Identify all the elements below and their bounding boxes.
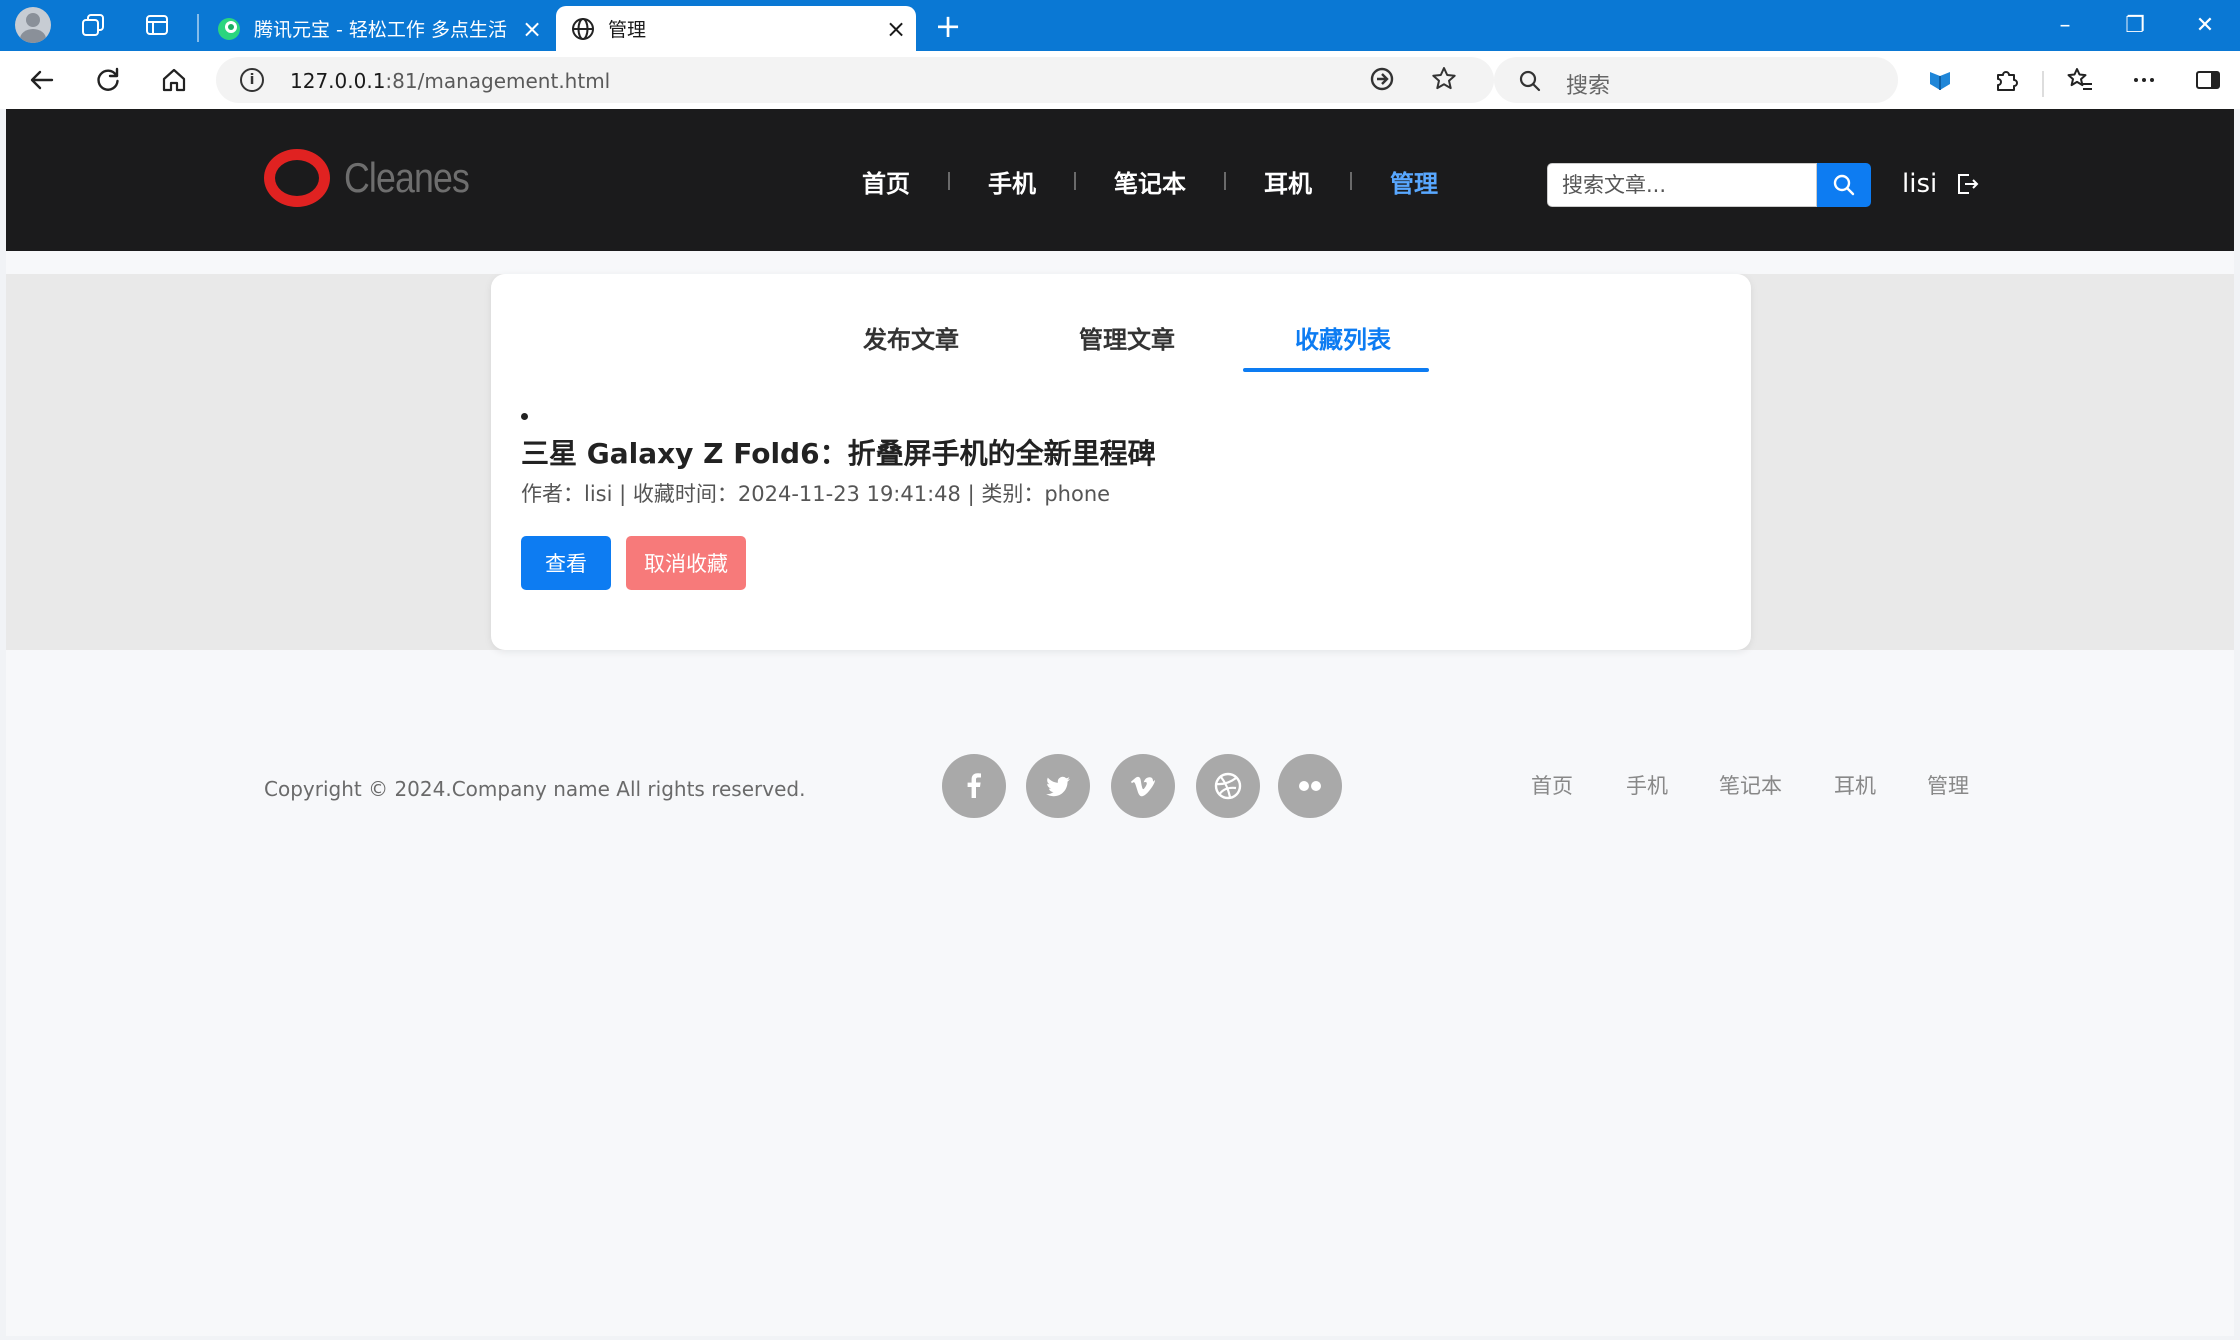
main-nav: 首页 手机 笔记本 耳机 管理 [862,164,1438,199]
search-icon [1519,70,1541,92]
site-logo[interactable]: Cleanes [264,149,491,207]
nav-home[interactable]: 首页 [862,164,910,199]
logout-icon[interactable] [1954,171,1980,197]
browser-toolbar: i 127.0.0.1:81/management.html 搜索 [0,51,2240,109]
info-icon[interactable]: i [240,68,264,92]
list-bullet [521,413,528,420]
close-tab-icon[interactable]: × [876,15,916,43]
tab-favorites[interactable]: 收藏列表 [1295,320,1391,355]
workspaces-icon[interactable] [68,6,118,44]
view-button[interactable]: 查看 [521,536,611,590]
tab-actions-icon[interactable] [132,6,182,44]
nav-management[interactable]: 管理 [1390,164,1438,199]
page-viewport: Cleanes 首页 手机 笔记本 耳机 管理 搜索文章... lisi 发布文… [6,109,2234,1336]
tab-management[interactable]: 管理 × [556,6,916,51]
more-icon[interactable] [2122,60,2166,100]
search-icon [1833,174,1855,196]
url-path: :81/management.html [385,69,611,93]
active-tab-underline [1243,368,1429,372]
footer-link-earphone[interactable]: 耳机 [1834,770,1876,800]
globe-icon [570,16,596,42]
new-tab-button[interactable]: + [928,6,968,46]
article-search-button[interactable] [1817,163,1871,207]
yuanbao-icon [216,16,242,42]
logo-ring-icon [264,149,330,207]
facebook-icon[interactable] [942,754,1006,818]
url-host: 127.0.0.1 [290,69,386,93]
minimize-button[interactable]: – [2030,0,2100,51]
read-aloud-icon[interactable] [1360,59,1404,99]
toolbar-divider [2042,71,2044,97]
tab-publish-article[interactable]: 发布文章 [863,320,959,355]
tab-separator [197,14,199,42]
flickr-icon[interactable] [1278,754,1342,818]
twitter-icon[interactable] [1026,754,1090,818]
username[interactable]: lisi [1902,169,1937,199]
back-icon[interactable] [20,60,64,100]
copyright-text: Copyright © 2024.Company name All rights… [264,777,806,801]
close-window-button[interactable]: ✕ [2170,0,2240,51]
nav-phone[interactable]: 手机 [988,164,1036,199]
profile-avatar[interactable] [8,6,58,44]
nav-divider [1224,172,1226,190]
nav-divider [1074,172,1076,190]
tab-title: 腾讯元宝 - 轻松工作 多点生活 [254,19,507,41]
site-header: Cleanes 首页 手机 笔记本 耳机 管理 搜索文章... lisi [6,109,2234,251]
footer-link-management[interactable]: 管理 [1927,770,1969,800]
tab-manage-articles[interactable]: 管理文章 [1079,320,1175,355]
logo-text: Cleanes [344,154,470,201]
footer-link-phone[interactable]: 手机 [1626,770,1668,800]
home-icon[interactable] [152,60,196,100]
nav-earphone[interactable]: 耳机 [1264,164,1312,199]
nav-laptop[interactable]: 笔记本 [1114,164,1186,199]
unfavorite-button[interactable]: 取消收藏 [626,536,746,590]
vimeo-icon[interactable] [1111,754,1175,818]
sidebar-icon[interactable] [2186,60,2230,100]
favorites-icon[interactable] [2058,60,2102,100]
extension-icon[interactable] [1918,60,1962,100]
management-card: 发布文章 管理文章 收藏列表 三星 Galaxy Z Fold6：折叠屏手机的全… [491,274,1751,650]
address-bar[interactable]: i 127.0.0.1:81/management.html [216,57,1494,103]
article-search: 搜索文章... [1547,163,1871,207]
favorite-meta: 作者：lisi | 收藏时间：2024-11-23 19:41:48 | 类别：… [521,482,1111,506]
puzzle-icon[interactable] [1984,60,2028,100]
nav-divider [948,172,950,190]
management-tabs: 发布文章 管理文章 收藏列表 [491,274,1751,372]
favorite-title: 三星 Galaxy Z Fold6：折叠屏手机的全新里程碑 [521,437,1156,470]
avatar-icon [15,7,51,43]
browser-search-box[interactable]: 搜索 [1494,57,1898,103]
browser-titlebar: 腾讯元宝 - 轻松工作 多点生活 × 管理 × + – ❐ ✕ [0,0,2240,51]
favorite-star-icon[interactable] [1422,59,1466,99]
refresh-icon[interactable] [86,60,130,100]
footer-link-home[interactable]: 首页 [1531,770,1573,800]
restore-button[interactable]: ❐ [2100,0,2170,51]
dribbble-icon[interactable] [1196,754,1260,818]
close-tab-icon[interactable]: × [512,15,552,43]
url-text[interactable]: 127.0.0.1:81/management.html [290,69,610,93]
footer-link-laptop[interactable]: 笔记本 [1719,770,1782,800]
browser-search-placeholder: 搜索 [1566,74,1611,99]
tab-yuanbao[interactable]: 腾讯元宝 - 轻松工作 多点生活 × [202,6,552,51]
tab-title: 管理 [608,19,647,41]
article-search-input[interactable]: 搜索文章... [1547,163,1817,207]
nav-divider [1350,172,1352,190]
